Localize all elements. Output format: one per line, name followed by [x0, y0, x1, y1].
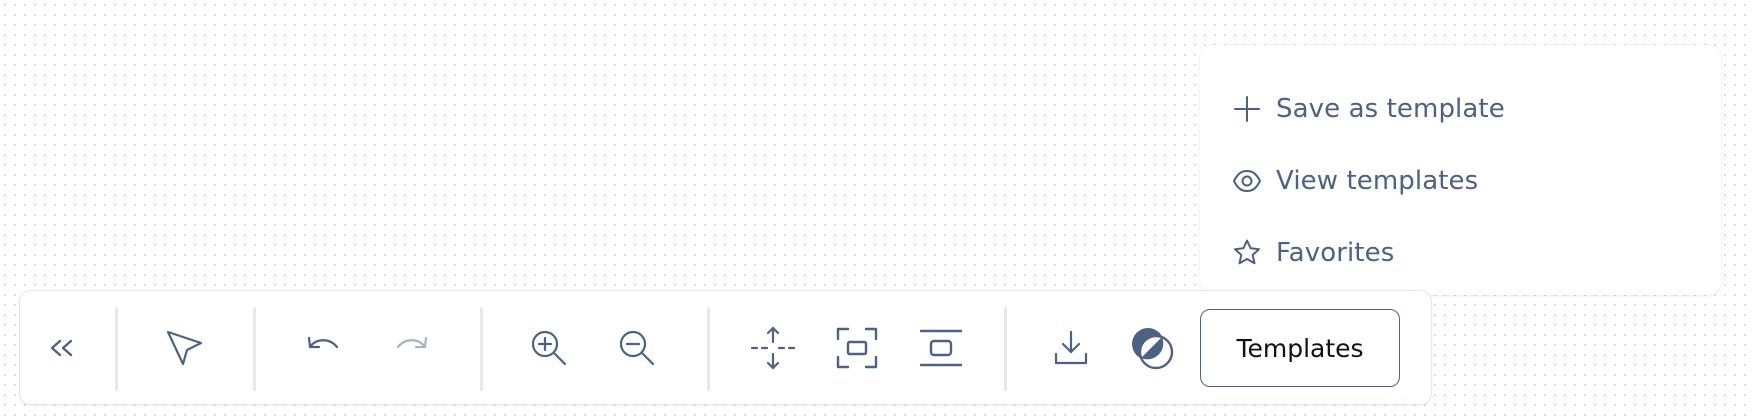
- plus-icon: [1232, 94, 1262, 124]
- redo-icon: [392, 333, 432, 363]
- zoom-out-icon: [615, 326, 659, 370]
- center-align-icon: [917, 326, 965, 370]
- undo-button[interactable]: [300, 291, 346, 404]
- canvas-toolbar: Templates: [19, 290, 1432, 405]
- center-view-button[interactable]: [914, 291, 968, 404]
- pointer-icon: [163, 326, 207, 370]
- select-tool-button[interactable]: [160, 291, 210, 404]
- toolbar-divider: [1004, 307, 1007, 391]
- templates-button[interactable]: Templates: [1200, 309, 1400, 387]
- toolbar-divider: [480, 307, 483, 391]
- menu-item-label: View templates: [1276, 166, 1479, 196]
- move-tool-button[interactable]: [748, 291, 798, 404]
- eye-icon: [1232, 166, 1262, 196]
- menu-item-label: Favorites: [1276, 238, 1395, 268]
- toolbar-divider: [115, 307, 118, 391]
- fit-view-icon: [835, 326, 879, 370]
- move-vertical-icon: [749, 324, 797, 372]
- zoom-out-button[interactable]: [614, 291, 660, 404]
- undo-icon: [303, 333, 343, 363]
- redo-button[interactable]: [389, 291, 435, 404]
- star-icon: [1232, 238, 1262, 268]
- download-button[interactable]: [1048, 291, 1094, 404]
- theme-circles-icon: [1128, 324, 1176, 372]
- chevrons-left-icon: [47, 333, 77, 363]
- fit-view-button[interactable]: [832, 291, 882, 404]
- toolbar-divider: [253, 307, 256, 391]
- menu-item-save-as-template[interactable]: Save as template: [1200, 73, 1721, 145]
- menu-item-favorites[interactable]: Favorites: [1200, 217, 1721, 289]
- collapse-button[interactable]: [42, 291, 82, 404]
- menu-item-label: Save as template: [1276, 94, 1505, 124]
- theme-toggle-button[interactable]: [1127, 291, 1177, 404]
- zoom-in-icon: [527, 326, 571, 370]
- menu-item-view-templates[interactable]: View templates: [1200, 145, 1721, 217]
- download-icon: [1051, 328, 1091, 368]
- templates-menu: Save as template View templates Favorite…: [1200, 45, 1721, 295]
- toolbar-divider: [707, 307, 710, 391]
- zoom-in-button[interactable]: [526, 291, 572, 404]
